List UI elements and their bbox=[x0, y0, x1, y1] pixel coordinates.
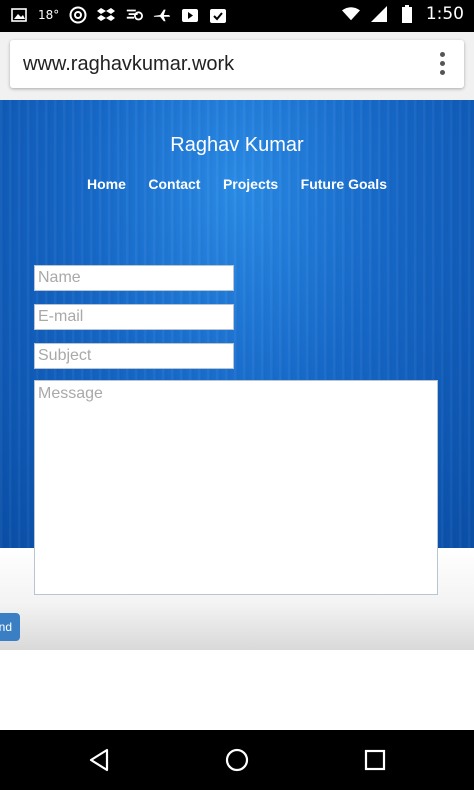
home-icon[interactable] bbox=[223, 746, 251, 774]
nav-link-future-goals[interactable]: Future Goals bbox=[301, 176, 387, 192]
status-bar: 18° 1:50 bbox=[0, 0, 474, 32]
wifi-icon bbox=[341, 5, 360, 23]
nav-link-home[interactable]: Home bbox=[87, 176, 126, 192]
signal-app-icon bbox=[125, 6, 144, 24]
dropbox-icon bbox=[97, 6, 116, 24]
url-text[interactable]: www.raghavkumar.work bbox=[23, 53, 234, 76]
circle-app-icon bbox=[69, 6, 87, 24]
nav-link-contact[interactable]: Contact bbox=[148, 176, 200, 192]
clock-text: 1:50 bbox=[425, 4, 464, 24]
site-title: Raghav Kumar bbox=[170, 134, 304, 156]
battery-icon bbox=[398, 5, 416, 23]
message-field[interactable] bbox=[34, 380, 438, 595]
browser-toolbar: www.raghavkumar.work bbox=[0, 32, 474, 100]
back-icon[interactable] bbox=[86, 746, 114, 774]
recents-icon[interactable] bbox=[361, 746, 389, 774]
overflow-menu-icon[interactable] bbox=[440, 52, 446, 76]
image-icon bbox=[10, 6, 28, 24]
subject-field[interactable] bbox=[34, 343, 234, 369]
nav-link-projects[interactable]: Projects bbox=[223, 176, 278, 192]
cell-signal-icon bbox=[370, 5, 388, 23]
calendar-check-icon bbox=[209, 6, 227, 24]
system-nav-bar bbox=[0, 730, 474, 790]
name-field[interactable] bbox=[34, 265, 234, 291]
site-nav: Home Contact Projects Future Goals bbox=[0, 176, 474, 194]
play-icon bbox=[181, 6, 199, 24]
web-page: Raghav Kumar Home Contact Projects Futur… bbox=[0, 100, 474, 730]
email-field[interactable] bbox=[34, 304, 234, 330]
address-bar[interactable]: www.raghavkumar.work bbox=[10, 40, 464, 88]
send-button[interactable]: nd bbox=[0, 613, 20, 641]
airplane-icon bbox=[153, 6, 171, 24]
temperature-text: 18° bbox=[38, 8, 60, 22]
